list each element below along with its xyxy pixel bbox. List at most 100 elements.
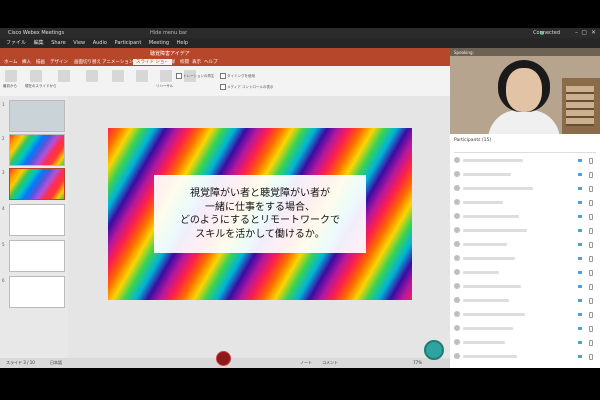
language-status: 日本語 [50,360,62,365]
tab-insert[interactable]: 挿入 [22,59,31,65]
microphone-icon [589,270,593,276]
participant-row[interactable] [454,296,596,305]
menu-view[interactable]: View [73,40,85,46]
video-camera-icon [578,299,582,302]
participant-row[interactable] [454,310,596,319]
participant-name [463,187,533,190]
participant-name [463,257,515,260]
tab-record[interactable]: 記録 [166,59,175,65]
participant-row[interactable] [454,268,596,277]
video-camera-icon [578,187,582,190]
tab-design[interactable]: デザイン [50,59,68,65]
microphone-icon [589,228,593,234]
participant-name [463,327,513,330]
custom-show-icon[interactable] [86,70,98,82]
slide-edit-area: 視覚障がい者と聴覚障がい者が 一緒に仕事をする場合、 どのようにするとリモートワ… [68,96,450,358]
tab-draw[interactable]: 描画 [36,59,45,65]
slide-thumb-5[interactable] [9,240,65,272]
thumb-number-5: 5 [2,242,5,247]
online-present-icon[interactable] [58,70,70,82]
microphone-icon [589,284,593,290]
participant-row[interactable] [454,212,596,221]
avatar [454,255,460,261]
maximize-icon[interactable]: ▢ [581,29,587,36]
share-control-button[interactable] [424,340,444,360]
from-beginning-icon[interactable] [5,70,17,82]
rehearse-icon[interactable] [160,70,172,82]
participant-name [463,159,523,162]
participant-name [463,173,511,176]
hide-menu-bar-link[interactable]: Hide menu bar [150,30,187,36]
participant-name [463,243,507,246]
participant-row[interactable] [454,282,596,291]
play-narrations-checkbox[interactable]: ナレーションの再生 [176,73,214,79]
participant-row[interactable] [454,156,596,165]
menu-edit[interactable]: 編集 [34,40,44,46]
slide-thumb-3[interactable] [9,168,65,200]
title-bar: Cisco Webex Meetings Hide menu bar Conne… [0,28,600,38]
participant-row[interactable] [454,254,596,263]
participant-row[interactable] [454,184,596,193]
avatar [454,227,460,233]
close-icon[interactable]: ✕ [591,29,596,36]
hide-slide-icon[interactable] [136,70,148,82]
thumb-number-1: 1 [2,102,5,107]
participant-row[interactable] [454,324,596,333]
connection-status: Connected [533,30,560,36]
zoom-level[interactable]: 77% [413,360,422,365]
menu-share[interactable]: Share [51,40,65,46]
setup-show-icon[interactable] [112,70,124,82]
video-camera-icon [578,173,582,176]
menu-participant[interactable]: Participant [115,40,142,46]
slide-thumb-2[interactable] [9,134,65,166]
tab-home[interactable]: ホーム [4,59,17,65]
participant-search[interactable] [454,146,596,153]
microphone-icon [589,326,593,332]
participant-name [463,355,517,358]
media-controls-checkbox[interactable]: メディア コントロールの表示 [220,84,273,90]
tab-review[interactable]: 校閲 [180,59,189,65]
participant-row[interactable] [454,352,596,361]
speaker-body [488,110,560,134]
from-current-icon[interactable] [30,70,42,82]
participant-name [463,229,527,232]
participant-row[interactable] [454,198,596,207]
tab-help[interactable]: ヘルプ [204,59,218,65]
menu-meeting[interactable]: Meeting [149,40,169,46]
comments-toggle[interactable]: コメント [322,360,338,366]
participant-row[interactable] [454,338,596,347]
avatar [454,213,460,219]
slide-thumb-1[interactable] [9,100,65,132]
microphone-icon [589,298,593,304]
stop-sharing-button[interactable] [216,351,231,366]
current-slide[interactable]: 視覚障がい者と聴覚障がい者が 一緒に仕事をする場合、 どのようにするとリモートワ… [108,128,412,300]
slide-thumb-6[interactable] [9,276,65,308]
microphone-icon [589,172,593,178]
webex-window: Cisco Webex Meetings Hide menu bar Conne… [0,28,600,368]
slide-text: 視覚障がい者と聴覚障がい者が 一緒に仕事をする場合、 どのようにするとリモートワ… [179,188,341,240]
use-timings-checkbox[interactable]: タイミングを使用 [220,73,255,79]
thumb-number-6: 6 [2,278,5,283]
slide-text-box[interactable]: 視覚障がい者と聴覚障がい者が 一緒に仕事をする場合、 どのようにするとリモートワ… [154,175,366,253]
microphone-icon [589,340,593,346]
slide-thumb-4[interactable] [9,204,65,236]
participant-row[interactable] [454,226,596,235]
speaker-video: Speaking: [450,48,600,134]
video-camera-icon [578,313,582,316]
ribbon-tabs: ホーム 挿入 描画 デザイン 画面切り替え アニメーション スライド ショー 記… [0,58,450,66]
participant-name [463,201,503,204]
video-camera-icon [578,355,582,358]
menu-file[interactable]: ファイル [6,40,26,46]
participant-row[interactable] [454,170,596,179]
tab-animations[interactable]: アニメーション [102,59,133,65]
menu-help[interactable]: Help [177,40,188,46]
participant-row[interactable] [454,240,596,249]
tab-transitions[interactable]: 画面切り替え [74,59,101,65]
tab-view[interactable]: 表示 [192,59,201,65]
speaker-face [506,68,542,112]
menu-audio[interactable]: Audio [93,40,107,46]
notes-toggle[interactable]: ノート [300,360,312,366]
minimize-icon[interactable]: – [575,29,578,36]
ribbon: 最初から 現在のスライドから リハーサル ナレーションの再生 タイミングを使用 … [0,66,450,96]
app-title: Cisco Webex Meetings [8,30,65,36]
